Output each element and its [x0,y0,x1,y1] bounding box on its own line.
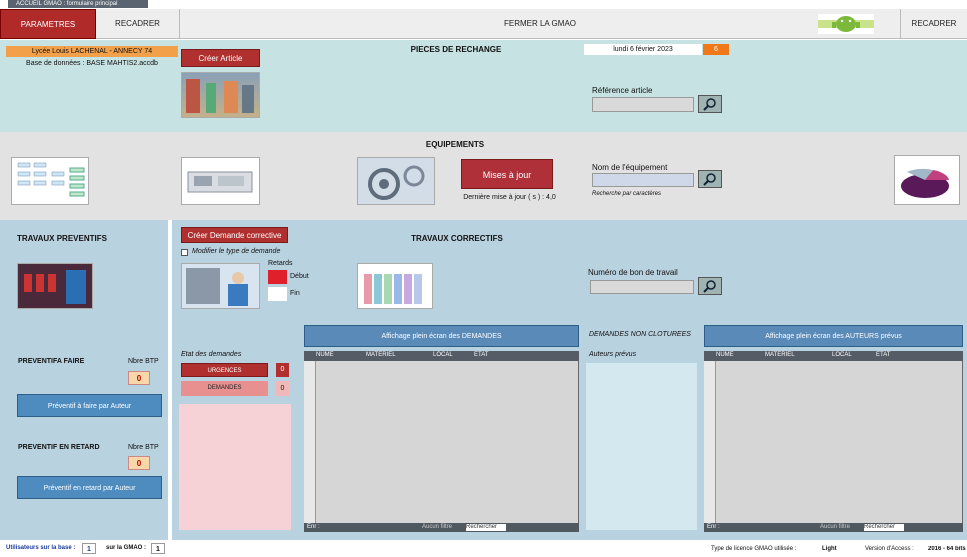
retards-label: Retards [268,260,293,267]
auteurs-col-materiel[interactable]: MATERIEL [765,352,795,358]
auteurs-record-selector[interactable] [704,361,716,524]
reference-search-icon[interactable] [698,95,722,113]
modifier-type-checkbox[interactable] [181,249,188,256]
nbre-btp-label-1: Nbre BTP [128,358,159,365]
non-cloturees-title: DEMANDES NON CLOTUREES [589,331,691,338]
current-date: lundi 6 février 2023 [584,44,702,55]
creer-article-button[interactable]: Créer Article [181,49,260,67]
machine-image-icon[interactable] [181,157,260,205]
retard-fin-swatch [268,287,287,301]
bon-search-icon[interactable] [698,277,722,295]
recadrer-left-button[interactable]: RECADRER [96,9,180,39]
etat-demandes-label: Etat des demandes [181,351,242,358]
bon-de-travail-input[interactable] [590,280,694,294]
users-gmao-label: sur la GMAO : [106,545,147,551]
demandes-col-local[interactable]: LOCAL [433,352,453,358]
urgences-count: 0 [276,363,289,377]
demandes-grid[interactable] [304,351,579,532]
recadrer-right-button[interactable]: RECADRER [900,9,967,39]
users-base-count: 1 [82,543,96,554]
auteurs-nav-label: Enr : [707,524,720,530]
retard-debut-swatch [268,270,287,284]
access-version-label: Version d'Access : [865,546,914,552]
demandes-count: 0 [276,381,289,396]
equipment-tree-diagram-icon[interactable] [11,157,89,205]
preventif-a-faire-button[interactable]: Préventif à faire par Auteur [17,394,162,417]
parametres-button[interactable]: PARAMETRES [0,9,96,39]
licence-label: Type de licence GMAO utilisée : [711,546,797,552]
auteurs-prevus-list[interactable] [586,363,697,530]
pieces-title: PIECES DE RECHANGE [410,45,502,54]
technician-image [181,263,260,309]
users-base-label: Utilisateurs sur la base : [6,545,76,551]
retard-fin-label: Fin [290,290,300,297]
auteurs-fullscreen-button[interactable]: Affichage plein écran des AUTEURS prévus [704,325,963,347]
demandes-button[interactable]: DEMANDES [181,381,268,396]
users-gmao-count: 1 [151,543,165,554]
equipements-title: EQUIPEMENTS [425,140,485,149]
reference-article-input[interactable] [592,97,694,112]
access-version-value: 2016 - 64 bits [928,546,966,552]
auteurs-col-nume[interactable]: NUME [716,352,734,358]
demandes-col-nume[interactable]: NUME [316,352,334,358]
database-label: Base de données : BASE MAHTIS2.accdb [26,60,158,67]
travaux-preventifs-title: TRAVAUX PREVENTIFS [17,234,107,243]
nom-equipement-input[interactable] [592,173,694,187]
auteurs-filter-status[interactable]: Aucun filtre [820,524,850,530]
creer-demande-corrective-button[interactable]: Créer Demande corrective [181,227,288,243]
last-update-label: Dernière mise à jour ( s ) : 4,0 [463,194,556,201]
android-logo-icon [818,14,874,34]
reference-article-label: Référence article [592,86,653,95]
demandes-search-box[interactable]: Rechercher [466,524,506,531]
nbre-btp-label-2: Nbre BTP [128,444,159,451]
preventif-en-retard-button[interactable]: Préventif en retard par Auteur [17,476,162,499]
travaux-correctifs-title: TRAVAUX CORRECTIFS [411,234,503,243]
gears-image-icon[interactable] [357,157,435,205]
auteurs-col-local[interactable]: LOCAL [832,352,852,358]
demandes-col-etat[interactable]: ETAT [474,352,488,358]
school-label: Lycée Louis LACHENAL - ANNECY 74 [6,46,178,57]
retard-debut-label: Début [290,273,309,280]
preventif-a-faire-count: 0 [128,371,150,385]
demandes-filter-status[interactable]: Aucun filtre [422,524,452,530]
search-hint: Recherche par caractères [592,191,662,197]
preventif-en-retard-title: PREVENTIF EN RETARD [18,444,100,451]
binders-image [357,263,433,309]
demandes-nav-label: Enr : [307,524,320,530]
auteurs-col-etat[interactable]: ETAT [876,352,890,358]
preventif-a-faire-title: PREVENTIFA FAIRE [18,358,85,365]
auteurs-prevus-label: Auteurs prévus [589,351,637,358]
window-tab[interactable]: ACCUEIL GMAO : formulaire principal [8,0,148,8]
warehouse-image [181,72,260,118]
bon-de-travail-label: Numéro de bon de travail [588,268,678,277]
auteurs-search-box[interactable]: Rechercher [864,524,904,531]
etat-demandes-panel [179,404,291,530]
licence-value: Light [822,546,837,552]
mises-a-jour-button[interactable]: Mises à jour [461,159,553,189]
nom-equipement-label: Nom de l'équipement [592,163,668,172]
fermer-gmao-button[interactable]: FERMER LA GMAO [180,9,900,39]
equipement-search-icon[interactable] [698,170,722,188]
auteurs-grid[interactable] [704,351,963,532]
demandes-fullscreen-button[interactable]: Affichage plein écran des DEMANDES [304,325,579,347]
preventif-en-retard-count: 0 [128,456,150,470]
pie-chart-icon[interactable] [894,155,960,205]
date-badge: 6 [703,44,729,55]
preventive-panel-image [17,263,93,309]
demandes-record-selector[interactable] [304,361,316,524]
demandes-col-materiel[interactable]: MATERIEL [366,352,396,358]
urgences-button[interactable]: URGENCES [181,363,268,377]
modifier-type-label: Modifier le type de demande [192,248,281,255]
